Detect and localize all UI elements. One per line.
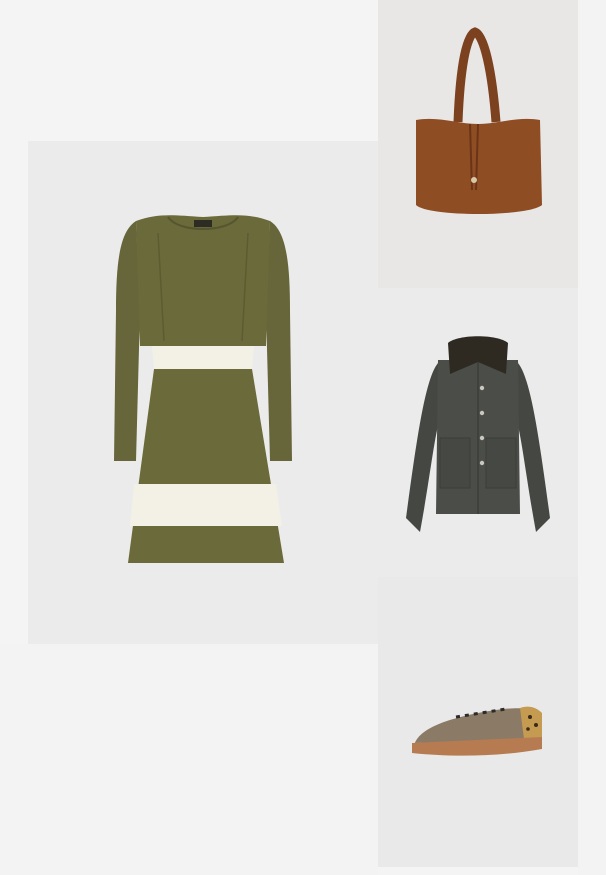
product-card-dress[interactable] bbox=[28, 141, 378, 644]
background-panel bbox=[0, 644, 378, 875]
bag-icon bbox=[416, 27, 542, 214]
background-panel bbox=[578, 0, 606, 875]
sneaker-icon bbox=[412, 706, 542, 756]
dress-icon bbox=[114, 215, 292, 563]
product-card-jacket[interactable] bbox=[378, 288, 578, 577]
jacket-icon bbox=[406, 336, 550, 532]
product-card-sneaker[interactable] bbox=[378, 577, 578, 867]
product-card-tote-bag[interactable] bbox=[378, 0, 578, 288]
